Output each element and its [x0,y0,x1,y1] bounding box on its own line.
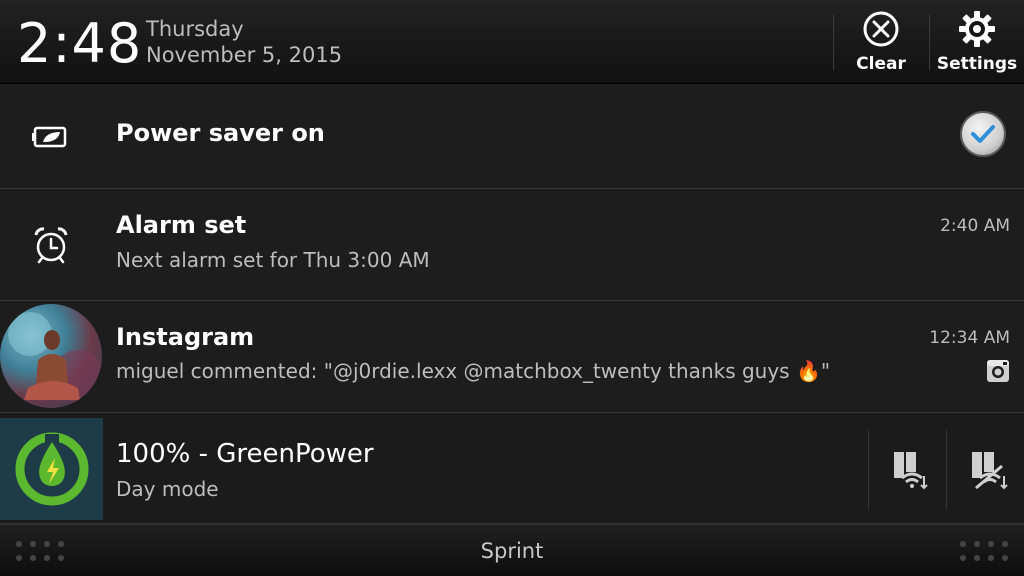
avatar [0,304,102,408]
close-circle-icon [863,11,899,47]
wifi-data-off-icon [972,452,1008,490]
settings-label: Settings [936,54,1018,74]
notification-alarm[interactable]: Alarm set Next alarm set for Thu 3:00 AM… [0,189,1024,301]
settings-button[interactable]: Settings [936,0,1018,84]
instagram-icon [986,359,1010,387]
date-label: November 5, 2015 [146,43,343,67]
notification-title: Alarm set [116,211,247,239]
notification-text: miguel commented: "@j0rdie.lexx @matchbo… [116,359,831,383]
notification-power-saver[interactable]: Power saver on [0,84,1024,189]
notification-greenpower[interactable]: 100% - GreenPower Day mode [0,413,1024,524]
battery-leaf-icon [0,84,102,189]
notification-time: 12:34 AM [929,328,1010,348]
header-divider [833,14,834,70]
notification-header: 2:48 Thursday November 5, 2015 Clear Set… [0,0,1024,84]
notification-title: 100% - GreenPower [116,439,374,469]
action-divider [868,430,869,510]
power-saver-checkbox[interactable] [960,111,1006,157]
notification-text: Next alarm set for Thu 3:00 AM [116,248,430,272]
notification-instagram[interactable]: Instagram miguel commented: "@j0rdie.lex… [0,301,1024,413]
header-divider [929,14,930,70]
action-divider [946,430,947,510]
notification-text: Day mode [116,477,219,501]
clock-time: 2:48 [17,12,143,75]
day-label: Thursday [146,17,244,41]
wifi-data-toggle-button[interactable] [872,430,948,510]
greenpower-app-icon [0,418,103,520]
clear-button[interactable]: Clear [842,0,920,84]
checkmark-icon [971,125,995,143]
date-block: Thursday November 5, 2015 [146,16,342,68]
notification-title: Power saver on [116,119,325,147]
drag-handle-right[interactable] [960,541,1008,563]
alarm-clock-icon [0,189,102,301]
wifi-data-off-button[interactable] [950,430,1024,510]
notification-time: 2:40 AM [940,216,1010,236]
clear-label: Clear [856,54,906,74]
status-footer: Sprint [0,524,1024,576]
carrier-label: Sprint [480,539,544,563]
wifi-data-icon [894,452,928,490]
notification-title: Instagram [116,323,255,351]
gear-icon [959,11,995,47]
